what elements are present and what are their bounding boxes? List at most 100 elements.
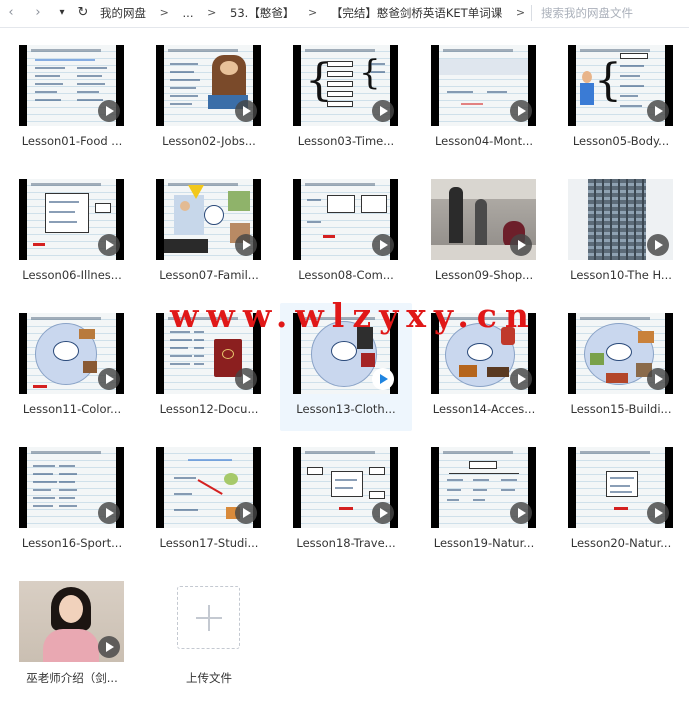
file-tile[interactable]: Lesson08-Com... — [280, 169, 412, 297]
breadcrumb-item-current-folder[interactable]: 【完结】憨爸剑桥英语KET单词课 — [331, 0, 502, 26]
file-tile[interactable]: Lesson16-Sport... — [6, 437, 138, 565]
file-name: Lesson06-Illnes... — [22, 268, 122, 282]
file-tile[interactable]: Lesson17-Studi... — [143, 437, 275, 565]
back-arrow-icon[interactable]: ‹ — [2, 4, 20, 22]
file-tile[interactable]: Lesson20-Natur... — [555, 437, 687, 565]
play-icon — [235, 368, 257, 390]
video-thumbnail — [431, 313, 536, 394]
toolbar-divider — [531, 5, 532, 21]
play-icon — [510, 100, 532, 122]
file-name: Lesson13-Cloth... — [296, 402, 396, 416]
file-name: Lesson20-Natur... — [570, 536, 672, 550]
play-icon — [510, 502, 532, 524]
breadcrumb-separator: > — [159, 6, 169, 19]
file-tile[interactable]: { { Lesson03-Time... — [280, 35, 412, 163]
file-tile[interactable]: Lesson09-Shop... — [418, 169, 550, 297]
file-tile[interactable]: Lesson01-Food ... — [6, 35, 138, 163]
breadcrumb-item-folder-53[interactable]: 53.【憨爸】 — [230, 0, 294, 26]
play-icon — [372, 502, 394, 524]
video-thumbnail — [568, 179, 673, 260]
play-icon — [98, 368, 120, 390]
video-thumbnail — [19, 45, 124, 126]
file-tile[interactable]: Lesson19-Natur... — [418, 437, 550, 565]
breadcrumb: 我的网盘 > ... > 53.【憨爸】 > 【完结】憨爸剑桥英语KET单词课 … — [100, 0, 529, 28]
video-thumbnail: { — [568, 45, 673, 126]
play-icon — [98, 502, 120, 524]
file-tile[interactable]: { Lesson05-Body... — [555, 35, 687, 163]
file-tile[interactable]: Lesson12-Docu... — [143, 303, 275, 431]
file-name: 巫老师介绍（剑... — [26, 671, 118, 685]
play-icon — [647, 100, 669, 122]
file-name: Lesson04-Mont... — [434, 134, 534, 148]
file-name: Lesson02-Jobs... — [162, 134, 256, 148]
file-tile[interactable]: Lesson02-Jobs... — [143, 35, 275, 163]
play-icon — [235, 502, 257, 524]
video-thumbnail — [568, 447, 673, 528]
file-name: Lesson19-Natur... — [433, 536, 535, 550]
video-thumbnail — [156, 313, 261, 394]
video-thumbnail — [156, 179, 261, 260]
video-thumbnail — [293, 179, 398, 260]
upload-box[interactable] — [177, 586, 240, 649]
search-input[interactable] — [541, 3, 687, 23]
play-icon — [98, 100, 120, 122]
play-icon — [510, 234, 532, 256]
video-thumbnail — [431, 179, 536, 260]
file-name: Lesson03-Time... — [297, 134, 395, 148]
play-icon — [98, 234, 120, 256]
refresh-icon[interactable]: ↻ — [74, 4, 92, 22]
play-icon — [372, 368, 394, 390]
file-name: Lesson15-Buildi... — [570, 402, 672, 416]
play-icon — [235, 234, 257, 256]
history-dropdown-icon[interactable]: ▾ — [53, 4, 71, 22]
file-tile[interactable]: Lesson11-Color... — [6, 303, 138, 431]
play-icon — [372, 234, 394, 256]
play-icon — [98, 636, 120, 658]
video-thumbnail — [19, 581, 124, 662]
file-tile-selected[interactable]: Lesson13-Cloth... — [280, 303, 412, 431]
file-name: Lesson05-Body... — [572, 134, 670, 148]
upload-file-tile[interactable]: 上传文件 — [143, 571, 275, 699]
file-name: Lesson12-Docu... — [159, 402, 259, 416]
file-tile[interactable]: Lesson15-Buildi... — [555, 303, 687, 431]
video-thumbnail — [156, 45, 261, 126]
breadcrumb-item-ellipsis[interactable]: ... — [183, 0, 194, 26]
file-name: Lesson07-Famil... — [159, 268, 259, 282]
upload-label: 上传文件 — [186, 671, 232, 685]
play-icon — [647, 368, 669, 390]
breadcrumb-separator: > — [515, 6, 526, 19]
video-thumbnail — [431, 447, 536, 528]
file-tile[interactable]: Lesson06-Illnes... — [6, 169, 138, 297]
file-name: Lesson01-Food ... — [21, 134, 123, 148]
video-thumbnail: { { — [293, 45, 398, 126]
top-toolbar: ‹ › ▾ ↻ 我的网盘 > ... > 53.【憨爸】 > 【完结】憨爸剑桥英… — [0, 0, 689, 28]
play-icon — [647, 502, 669, 524]
file-name: Lesson09-Shop... — [434, 268, 534, 282]
forward-arrow-icon[interactable]: › — [29, 4, 47, 22]
video-thumbnail — [19, 179, 124, 260]
file-name: Lesson17-Studi... — [159, 536, 259, 550]
file-name: Lesson10-The H... — [570, 268, 672, 282]
file-tile[interactable]: Lesson07-Famil... — [143, 169, 275, 297]
file-tile[interactable]: Lesson14-Acces... — [418, 303, 550, 431]
file-tile[interactable]: Lesson18-Trave... — [280, 437, 412, 565]
video-thumbnail — [568, 313, 673, 394]
play-icon — [647, 234, 669, 256]
play-icon — [372, 100, 394, 122]
file-tile[interactable]: 巫老师介绍（剑... — [6, 571, 138, 699]
video-thumbnail — [293, 313, 398, 394]
play-icon — [510, 368, 532, 390]
breadcrumb-item-my-disk[interactable]: 我的网盘 — [100, 0, 146, 26]
video-thumbnail — [431, 45, 536, 126]
file-name: Lesson16-Sport... — [21, 536, 123, 550]
breadcrumb-separator: > — [307, 6, 318, 19]
file-tile[interactable]: Lesson04-Mont... — [418, 35, 550, 163]
file-name: Lesson08-Com... — [298, 268, 394, 282]
video-thumbnail — [293, 447, 398, 528]
video-thumbnail — [19, 447, 124, 528]
file-name: Lesson14-Acces... — [432, 402, 536, 416]
file-tile[interactable]: Lesson10-The H... — [555, 169, 687, 297]
video-thumbnail — [19, 313, 124, 394]
play-icon — [235, 100, 257, 122]
file-name: Lesson11-Color... — [22, 402, 122, 416]
